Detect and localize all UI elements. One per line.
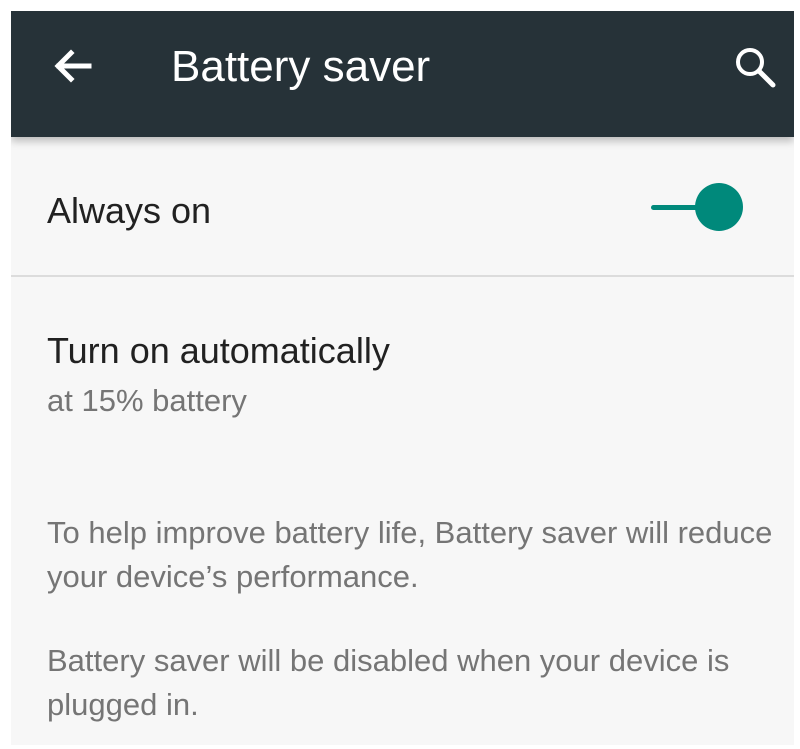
- turn-on-automatically-title: Turn on automatically: [47, 330, 390, 371]
- always-on-label: Always on: [47, 190, 212, 231]
- performance-info-text: To help improve battery life, Battery sa…: [47, 515, 773, 594]
- back-button[interactable]: [49, 42, 97, 90]
- plugged-in-info-text: Battery saver will be disabled when your…: [47, 643, 730, 722]
- search-button[interactable]: [731, 43, 779, 91]
- search-icon: [736, 48, 776, 88]
- page-title: Battery saver: [171, 42, 431, 91]
- always-on-row[interactable]: Always on: [11, 137, 794, 275]
- arrow-left-icon: [54, 49, 92, 83]
- battery-saver-screen: Battery saver Always on Turn on automati…: [11, 11, 794, 745]
- turn-on-automatically-row[interactable]: Turn on automatically at 15% battery: [11, 277, 794, 437]
- turn-on-automatically-summary: at 15% battery: [47, 383, 247, 418]
- always-on-switch[interactable]: [651, 181, 743, 235]
- app-bar: Battery saver: [11, 11, 794, 137]
- switch-thumb: [695, 183, 743, 231]
